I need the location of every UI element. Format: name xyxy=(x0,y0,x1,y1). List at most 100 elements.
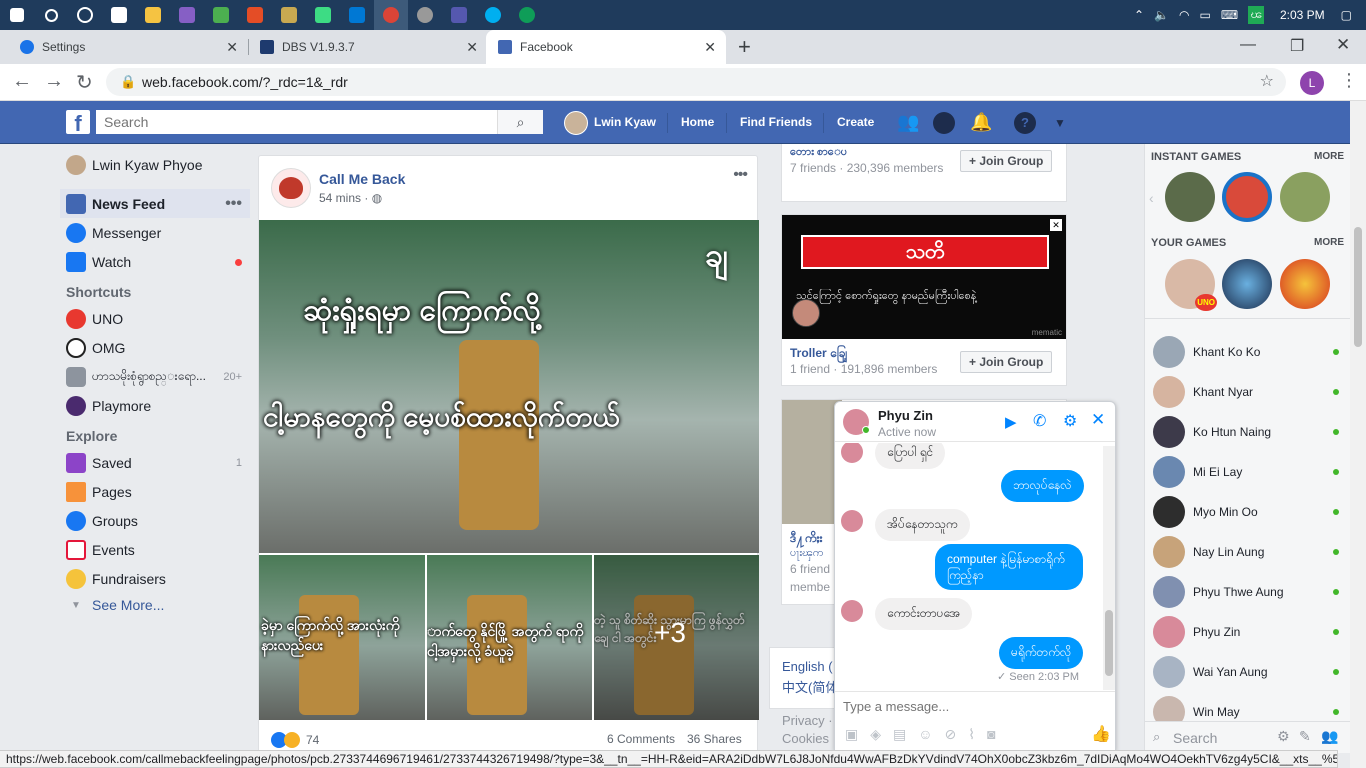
keyboard-icon[interactable]: ⌨ xyxy=(1221,8,1238,22)
camera-icon[interactable]: ◙ xyxy=(987,726,995,743)
new-tab-button[interactable]: + xyxy=(738,34,751,60)
contact-item[interactable]: Khant Nyar xyxy=(1153,372,1343,412)
shortcut-omg[interactable]: OMG xyxy=(60,333,250,362)
phone-call-icon[interactable]: ✆ xyxy=(1033,411,1046,431)
restore-button[interactable]: ❐ xyxy=(1290,36,1304,56)
reload-icon[interactable]: ↻ xyxy=(76,70,93,95)
search-button[interactable]: ⌕ xyxy=(497,110,543,134)
close-tab-icon[interactable]: ✕ xyxy=(226,39,238,56)
notifications-bell-icon[interactable]: 🔔 xyxy=(970,112,992,134)
windows-start-icon[interactable] xyxy=(0,0,34,30)
contact-item[interactable]: Phyu Thwe Aung xyxy=(1153,572,1343,612)
bookmark-star-icon[interactable]: ☆ xyxy=(1260,68,1274,96)
sidebar-item-pages[interactable]: Pages xyxy=(60,477,250,506)
vscode-icon[interactable] xyxy=(340,0,374,30)
group-image[interactable] xyxy=(782,400,842,524)
search-icon[interactable] xyxy=(34,0,68,30)
search-input[interactable] xyxy=(96,110,496,134)
game-thumb[interactable] xyxy=(1222,172,1272,222)
post-thumb-3[interactable]: တဲ့ သူ စိတ်ဆိုး သွားမှာကြ ဖွန်လွှတ်ချေ င… xyxy=(594,555,759,720)
sidebar-item-events[interactable]: Events xyxy=(60,535,250,564)
html5-icon[interactable] xyxy=(238,0,272,30)
find-friends-link[interactable]: Find Friends xyxy=(740,101,812,144)
shares-count[interactable]: 36 Shares xyxy=(687,732,742,746)
contact-item[interactable]: Khant Ko Ko xyxy=(1153,332,1343,372)
close-tab-icon[interactable]: ✕ xyxy=(704,39,716,56)
game-thumb[interactable] xyxy=(1165,172,1215,222)
create-link[interactable]: Create xyxy=(837,101,874,144)
game-thumb[interactable] xyxy=(1222,259,1272,309)
your-games-more[interactable]: MORE xyxy=(1314,237,1344,248)
instant-games-more[interactable]: MORE xyxy=(1314,151,1344,162)
chevron-up-icon[interactable]: ⌃ xyxy=(1134,8,1144,22)
help-icon[interactable]: ? xyxy=(1014,112,1036,134)
shortcut-playmore[interactable]: Playmore xyxy=(60,391,250,420)
tab-settings[interactable]: Settings ✕ xyxy=(8,30,248,64)
page-name-link[interactable]: Call Me Back xyxy=(319,171,405,187)
messenger-icon[interactable] xyxy=(933,112,955,134)
join-group-button[interactable]: + Join Group xyxy=(960,351,1053,373)
gear-icon[interactable]: ⚙ xyxy=(1277,728,1290,745)
input-method-icon[interactable]: ၽ xyxy=(1248,6,1264,24)
tab-dbs[interactable]: DBS V1.9.3.7 ✕ xyxy=(248,30,488,64)
attach-icon[interactable]: ⌇ xyxy=(968,726,975,743)
sidebar-item-watch[interactable]: Watch xyxy=(60,247,250,276)
game-thumb[interactable] xyxy=(1280,172,1330,222)
language-english[interactable]: English ( xyxy=(782,659,833,674)
chat-scrollbar[interactable] xyxy=(1103,446,1115,690)
footer-privacy[interactable]: Privacy · xyxy=(782,713,833,728)
taskbar-clock[interactable]: 2:03 PM xyxy=(1280,8,1325,22)
post-main-image[interactable]: ဆုံးရှုံးရမှာ ကြောက်လို့ ငါ့မာနတွေကို မေ… xyxy=(259,220,759,553)
post-time[interactable]: 54 mins xyxy=(319,191,361,205)
battery-icon[interactable]: ▭ xyxy=(1200,8,1211,22)
back-icon[interactable]: ← xyxy=(12,70,32,93)
wifi-icon[interactable]: ◠ xyxy=(1179,8,1189,22)
video-call-icon[interactable]: ▶ xyxy=(1005,413,1017,431)
tools-icon[interactable] xyxy=(272,0,306,30)
volume-icon[interactable]: 🔈 xyxy=(1154,8,1169,22)
sidebar-item-fundraisers[interactable]: Fundraisers xyxy=(60,564,250,593)
contact-item[interactable]: Mi Ei Lay xyxy=(1153,452,1343,492)
contact-item[interactable]: Myo Min Oo xyxy=(1153,492,1343,532)
group-name[interactable]: တေား စာေပ xyxy=(790,145,847,161)
friend-requests-icon[interactable]: 👥 xyxy=(897,112,919,134)
sidebar-item-groups[interactable]: Groups xyxy=(60,506,250,535)
sticker-icon[interactable]: ◈ xyxy=(870,726,881,743)
page-avatar[interactable] xyxy=(271,168,311,208)
android-icon[interactable] xyxy=(306,0,340,30)
visual-studio-icon[interactable] xyxy=(170,0,204,30)
profile-avatar[interactable]: L xyxy=(1300,71,1324,95)
sidebar-item-messenger[interactable]: Messenger xyxy=(60,218,250,247)
footer-cookies[interactable]: Cookies xyxy=(782,731,829,746)
chat-header[interactable]: Phyu Zin Active now ▶ ✆ ⚙ ✕ xyxy=(835,402,1115,442)
see-more-link[interactable]: ▼ See More... xyxy=(60,593,250,617)
more-options-icon[interactable]: ••• xyxy=(225,195,242,213)
chrome-icon-2[interactable] xyxy=(510,0,544,30)
reactions-summary[interactable]: 74 xyxy=(271,732,319,748)
group-name[interactable]: Troller ချြေ xyxy=(790,345,847,363)
sidebar-item-saved[interactable]: Saved 1 xyxy=(60,448,250,477)
chat-contact-name[interactable]: Phyu Zin xyxy=(878,408,933,423)
profile-link[interactable]: Lwin Kyaw Phyoe xyxy=(60,150,250,179)
facebook-logo[interactable]: f xyxy=(66,110,90,136)
account-dropdown-icon[interactable]: ▼ xyxy=(1054,112,1076,134)
chat-search-box[interactable]: ⌕ Search ⚙ ✎ 👥 xyxy=(1145,721,1351,753)
sidebar-item-news-feed[interactable]: News Feed ••• xyxy=(60,189,250,218)
people-icon[interactable]: 👥 xyxy=(1321,728,1338,745)
user-profile-link[interactable]: Lwin Kyaw xyxy=(594,101,656,144)
post-thumb-2[interactable]: ာက်တွေ နိုင်ဖြို့ အတွက် ရာကို ငါ့အမှားလိ… xyxy=(427,555,592,720)
contact-item[interactable]: Phyu Zin xyxy=(1153,612,1343,652)
compose-icon[interactable]: ✎ xyxy=(1299,728,1311,745)
app-icon[interactable] xyxy=(204,0,238,30)
forward-icon[interactable]: → xyxy=(44,70,64,93)
shortcut-group[interactable]: ဟာသမိုးစုံရွာစည္းရော... 20+ xyxy=(60,362,250,391)
chrome-icon[interactable] xyxy=(374,0,408,30)
gif-icon[interactable]: ▤ xyxy=(893,726,906,743)
game-thumb[interactable]: UNO xyxy=(1165,259,1217,311)
thumbs-up-icon[interactable]: 👍 xyxy=(1091,724,1111,744)
join-group-button[interactable]: + Join Group xyxy=(960,150,1053,172)
home-link[interactable]: Home xyxy=(681,101,714,144)
post-options-icon[interactable]: ••• xyxy=(733,166,748,184)
contact-item[interactable]: Ko Htun Naing xyxy=(1153,412,1343,452)
group-ad-image[interactable]: သတိ သင်ကြောင့် စောက်ရှုးတွေ နာမည်မကြီးပါ… xyxy=(782,215,1066,339)
